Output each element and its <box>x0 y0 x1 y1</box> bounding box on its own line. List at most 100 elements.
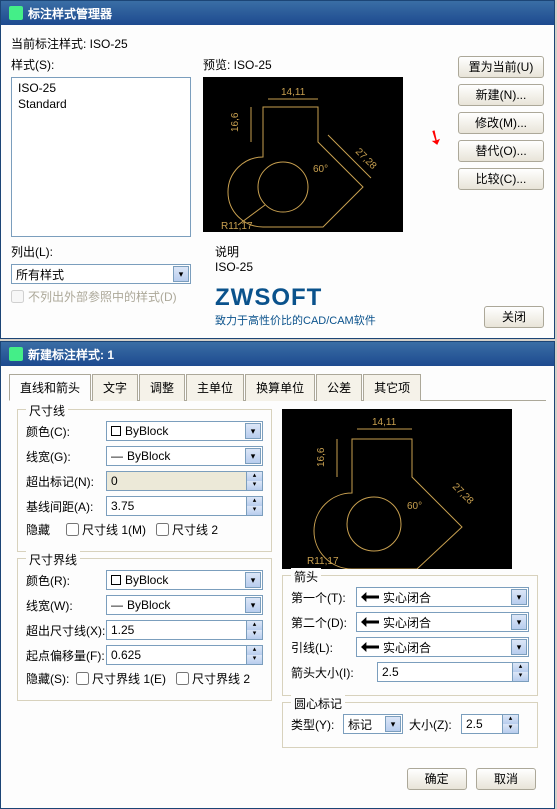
preview-panel: 14,11 16,6 27,28 60° R11,17 <box>282 409 512 569</box>
center-mark-group: 圆心标记 类型(Y): 标记▾ 大小(Z): 2.5▴▾ <box>282 702 538 748</box>
preview-panel: 14,11 16,6 27,28 60° R11,17 <box>203 77 403 232</box>
hide-extline2-checkbox[interactable] <box>176 672 189 685</box>
tab-primary-units[interactable]: 主单位 <box>186 374 244 401</box>
tab-alt-units[interactable]: 换算单位 <box>245 374 315 401</box>
tab-bar: 直线和箭头 文字 调整 主单位 换算单位 公差 其它项 <box>9 374 546 401</box>
modify-button[interactable]: 修改(M)... <box>458 112 544 134</box>
svg-text:14,11: 14,11 <box>372 417 397 428</box>
extline-color-label: 颜色(R): <box>26 572 106 589</box>
no-xref-label: 不列出外部参照中的样式(D) <box>28 288 177 305</box>
chevron-down-icon: ▾ <box>245 572 261 588</box>
cancel-button[interactable]: 取消 <box>476 768 536 790</box>
extline-title: 尺寸界线 <box>26 551 80 568</box>
center-size-spinner[interactable]: 2.5▴▾ <box>461 714 519 734</box>
center-mark-title: 圆心标记 <box>291 695 345 712</box>
spin-down-icon[interactable]: ▾ <box>246 506 262 515</box>
current-style-label: 当前标注样式: ISO-25 <box>11 35 544 52</box>
svg-text:16,6: 16,6 <box>230 112 241 132</box>
preview-label: 预览: ISO-25 <box>203 56 446 73</box>
titlebar[interactable]: 新建标注样式: 1 <box>1 342 554 366</box>
chevron-down-icon: ▾ <box>511 639 527 655</box>
arrow-title: 箭头 <box>291 568 321 585</box>
dimline-color-combo[interactable]: ByBlock▾ <box>106 421 263 441</box>
leader-label: 引线(L): <box>291 639 356 656</box>
dimline-title: 尺寸线 <box>26 402 68 419</box>
compare-button[interactable]: 比较(C)... <box>458 168 544 190</box>
chevron-down-icon: ▾ <box>245 448 261 464</box>
titlebar[interactable]: 标注样式管理器 <box>1 1 554 25</box>
ext-beyond-dim-spinner[interactable]: 1.25▴▾ <box>106 620 263 640</box>
spin-up-icon[interactable]: ▴ <box>246 646 262 655</box>
extline-color-combo[interactable]: ByBlock▾ <box>106 570 263 590</box>
hide-extline1-checkbox[interactable] <box>76 672 89 685</box>
spin-down-icon[interactable]: ▾ <box>246 630 262 639</box>
spin-down-icon[interactable]: ▾ <box>512 672 528 681</box>
tab-other[interactable]: 其它项 <box>363 374 421 401</box>
no-xref-checkbox <box>11 290 24 303</box>
tab-text[interactable]: 文字 <box>92 374 138 401</box>
svg-text:14,11: 14,11 <box>281 87 306 98</box>
styles-label: 样式(S): <box>11 56 191 73</box>
set-current-button[interactable]: 置为当前(U) <box>458 56 544 78</box>
chevron-down-icon: ▾ <box>173 266 189 282</box>
arrow-group: 箭头 第一个(T): 实心闭合▾ 第二个(D): 实心闭合▾ 引线(L): 实心… <box>282 575 538 696</box>
list-filter-select[interactable]: 所有样式 ▾ <box>11 264 191 284</box>
new-button[interactable]: 新建(N)... <box>458 84 544 106</box>
color-swatch-icon <box>111 575 121 585</box>
center-size-label: 大小(Z): <box>409 716 461 733</box>
dimline-lw-combo[interactable]: —ByBlock▾ <box>106 446 263 466</box>
list-item[interactable]: Standard <box>14 96 188 112</box>
spin-up-icon[interactable]: ▴ <box>246 621 262 630</box>
override-button[interactable]: 替代(O)... <box>458 140 544 162</box>
leader-combo[interactable]: 实心闭合▾ <box>356 637 529 657</box>
spin-up-icon[interactable]: ▴ <box>502 715 518 724</box>
zwsoft-tagline: 致力于高性价比的CAD/CAM软件 <box>215 312 376 328</box>
close-button[interactable]: 关闭 <box>484 306 544 328</box>
arrowhead-icon <box>361 592 379 602</box>
description-label: 说明 <box>215 243 376 260</box>
svg-text:R11,17: R11,17 <box>221 221 253 232</box>
list-item[interactable]: ISO-25 <box>14 80 188 96</box>
chevron-down-icon: ▾ <box>245 423 261 439</box>
spin-up-icon[interactable]: ▴ <box>246 497 262 506</box>
tab-tolerance[interactable]: 公差 <box>316 374 362 401</box>
app-icon <box>9 6 23 20</box>
window-title: 标注样式管理器 <box>28 5 546 22</box>
offset-origin-spinner[interactable]: 0.625▴▾ <box>106 645 263 665</box>
chevron-down-icon: ▾ <box>245 597 261 613</box>
spin-up-icon[interactable]: ▴ <box>512 663 528 672</box>
chevron-down-icon: ▾ <box>511 614 527 630</box>
spin-up-icon[interactable]: ▴ <box>246 472 262 481</box>
dimline-color-label: 颜色(C): <box>26 423 106 440</box>
tab-fit[interactable]: 调整 <box>139 374 185 401</box>
svg-text:R11,17: R11,17 <box>307 556 339 567</box>
arrow-size-spinner[interactable]: 2.5▴▾ <box>377 662 529 682</box>
arrow-second-combo[interactable]: 实心闭合▾ <box>356 612 529 632</box>
ok-button[interactable]: 确定 <box>407 768 467 790</box>
arrow-first-combo[interactable]: 实心闭合▾ <box>356 587 529 607</box>
hide-dimline1-checkbox[interactable] <box>66 523 79 536</box>
styles-listbox[interactable]: ISO-25 Standard <box>11 77 191 237</box>
offset-origin-label: 起点偏移量(F): <box>26 647 106 664</box>
center-type-label: 类型(Y): <box>291 716 343 733</box>
chevron-down-icon: ▾ <box>511 589 527 605</box>
baseline-spacing-label: 基线间距(A): <box>26 498 106 515</box>
arrowhead-icon <box>361 642 379 652</box>
center-type-combo[interactable]: 标记▾ <box>343 714 403 734</box>
color-swatch-icon <box>111 426 121 436</box>
ext-beyond-spinner[interactable]: 0▴▾ <box>106 471 263 491</box>
spin-down-icon[interactable]: ▾ <box>502 724 518 733</box>
dim-style-manager-window: 标注样式管理器 当前标注样式: ISO-25 样式(S): ISO-25 Sta… <box>0 0 555 339</box>
svg-text:27,28: 27,28 <box>353 146 379 172</box>
spin-down-icon[interactable]: ▾ <box>246 655 262 664</box>
ext-beyond-dim-label: 超出尺寸线(X): <box>26 622 106 639</box>
extline-lw-combo[interactable]: —ByBlock▾ <box>106 595 263 615</box>
hide-dimline2-checkbox[interactable] <box>156 523 169 536</box>
svg-text:60°: 60° <box>407 501 422 512</box>
dimline-hide-label: 隐藏 <box>26 521 66 538</box>
list-filter-label: 列出(L): <box>11 243 203 260</box>
tab-lines-arrows[interactable]: 直线和箭头 <box>9 374 91 401</box>
spin-down-icon[interactable]: ▾ <box>246 481 262 490</box>
baseline-spacing-spinner[interactable]: 3.75▴▾ <box>106 496 263 516</box>
app-icon <box>9 347 23 361</box>
